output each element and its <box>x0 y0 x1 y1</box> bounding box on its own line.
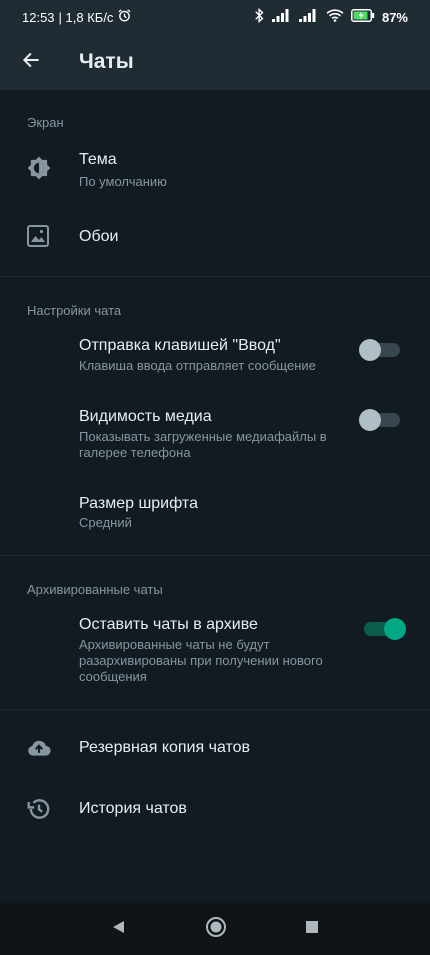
back-button[interactable] <box>0 34 62 90</box>
wallpaper-title: Обои <box>79 228 119 245</box>
divider <box>0 709 430 710</box>
history-icon <box>26 796 52 822</box>
nav-back-icon[interactable] <box>111 919 127 940</box>
font-size-setting[interactable]: Размер шрифта Средний <box>0 482 430 542</box>
section-header-archived: Архивированные чаты <box>27 582 163 597</box>
divider <box>0 276 430 277</box>
font-size-value: Средний <box>79 515 132 530</box>
media-visibility-subtitle: Показывать загруженные медиафайлы в гале… <box>79 429 327 460</box>
page-title: Чаты <box>79 50 134 73</box>
theme-value: По умолчанию <box>79 174 167 189</box>
status-time: 12:53 <box>22 9 55 25</box>
chat-backup-title: Резервная копия чатов <box>79 739 251 756</box>
section-header-screen: Экран <box>27 115 64 130</box>
status-net-speed: | 1,8 КБ/с <box>58 9 114 25</box>
backup-cloud-icon <box>26 735 52 761</box>
theme-setting[interactable]: Тема По умолчанию <box>0 137 430 200</box>
alarm-icon <box>117 8 132 26</box>
keep-archived-subtitle: Архивированные чаты не будут разархивиро… <box>79 637 323 684</box>
signal-icon <box>271 9 292 25</box>
chat-backup-setting[interactable]: Резервная копия чатов <box>0 717 430 777</box>
back-arrow-icon <box>21 50 41 75</box>
font-size-title: Размер шрифта <box>79 495 198 512</box>
nav-recents-icon[interactable] <box>305 920 319 939</box>
chat-history-title: История чатов <box>79 800 187 817</box>
keep-archived-toggle[interactable] <box>364 618 406 640</box>
media-visibility-toggle[interactable] <box>359 409 400 431</box>
divider <box>0 555 430 556</box>
wifi-icon <box>326 9 344 25</box>
enter-send-setting[interactable]: Отправка клавишей "Ввод" Клавиша ввода о… <box>0 327 430 387</box>
toggle-knob <box>359 409 381 431</box>
media-visibility-title: Видимость медиа <box>79 408 212 425</box>
nav-home-icon[interactable] <box>205 916 227 943</box>
toggle-knob <box>384 618 406 640</box>
theme-title: Тема <box>79 151 117 168</box>
toggle-knob <box>359 339 381 361</box>
system-nav-bar <box>0 903 430 955</box>
enter-send-title: Отправка клавишей "Ввод" <box>79 337 281 354</box>
theme-icon <box>26 155 52 181</box>
wallpaper-icon <box>26 224 52 250</box>
keep-archived-title: Оставить чаты в архиве <box>79 616 258 633</box>
battery-icon <box>351 9 375 25</box>
battery-level: 87% <box>381 9 408 25</box>
media-visibility-setting[interactable]: Видимость медиа Показывать загруженные м… <box>0 397 430 467</box>
section-header-chat-settings: Настройки чата <box>27 303 122 318</box>
enter-send-toggle[interactable] <box>359 339 400 361</box>
enter-send-subtitle: Клавиша ввода отправляет сообщение <box>79 358 316 373</box>
wallpaper-setting[interactable]: Обои <box>0 205 430 267</box>
signal-icon <box>298 9 319 25</box>
chat-history-setting[interactable]: История чатов <box>0 778 430 838</box>
status-bar: 12:53 | 1,8 КБ/с 87% <box>0 0 430 34</box>
app-bar: Чаты <box>0 34 430 90</box>
keep-archived-setting[interactable]: Оставить чаты в архиве Архивированные ча… <box>0 606 430 696</box>
bluetooth-icon <box>254 7 265 26</box>
